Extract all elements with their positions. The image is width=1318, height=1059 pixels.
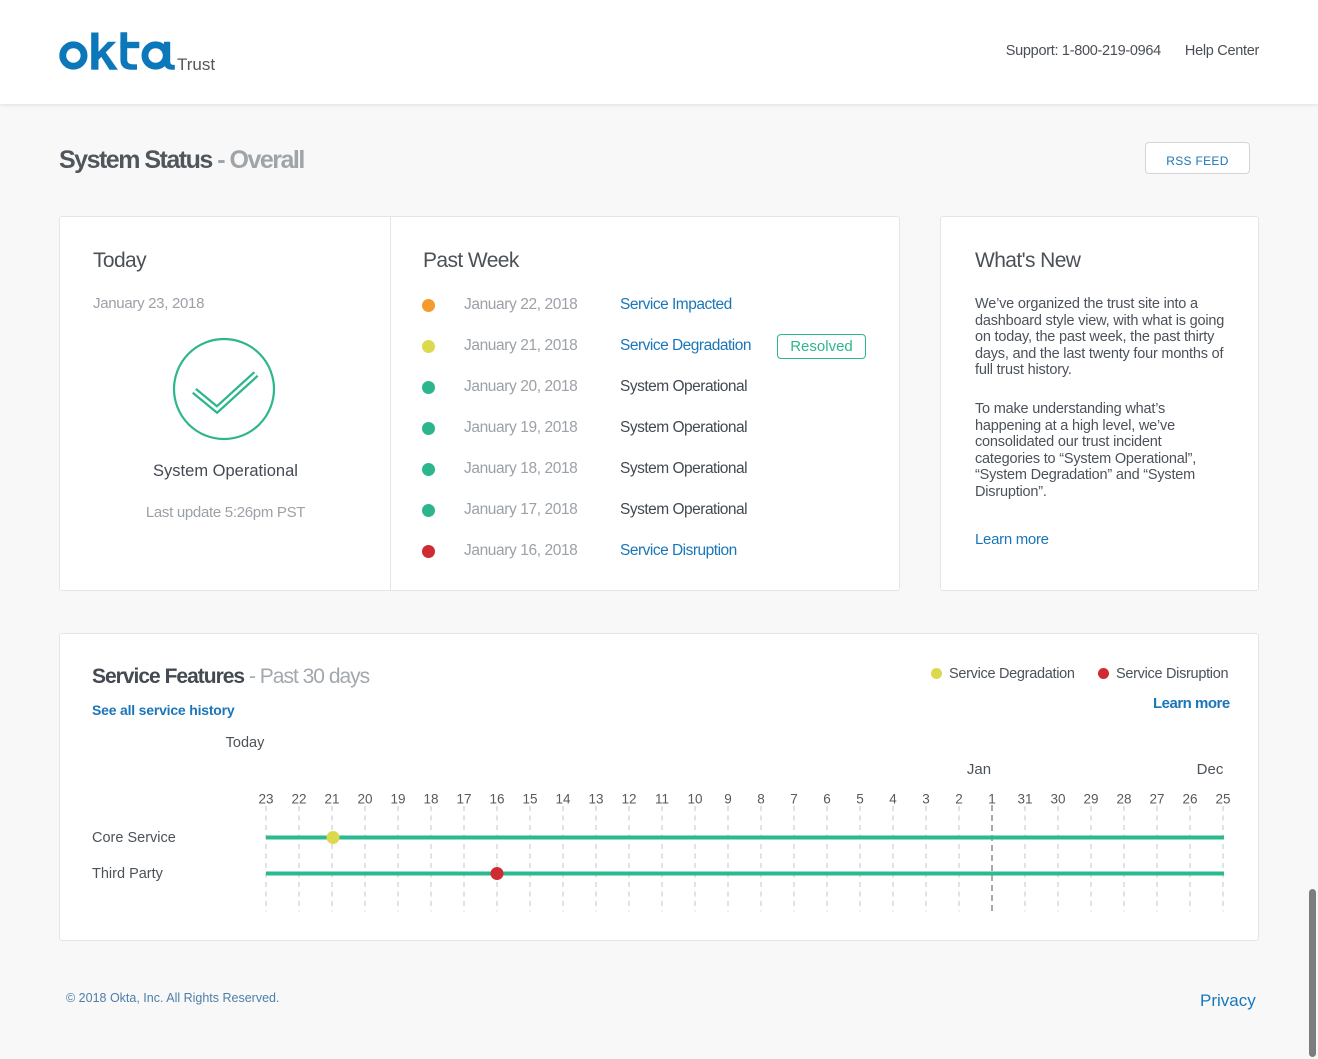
svg-text:30: 30 bbox=[1050, 792, 1065, 807]
svg-text:11: 11 bbox=[655, 792, 669, 807]
svg-text:9: 9 bbox=[724, 792, 732, 807]
svg-text:25: 25 bbox=[1215, 792, 1230, 807]
svg-text:Today: Today bbox=[226, 735, 265, 751]
svg-text:4: 4 bbox=[889, 792, 897, 807]
svg-text:12: 12 bbox=[621, 792, 636, 807]
svg-text:3: 3 bbox=[922, 792, 930, 807]
svg-text:14: 14 bbox=[555, 792, 571, 807]
svg-text:21: 21 bbox=[324, 792, 339, 807]
svg-text:17: 17 bbox=[456, 792, 471, 807]
svg-text:31: 31 bbox=[1017, 792, 1032, 807]
svg-text:Jan: Jan bbox=[967, 761, 991, 778]
svg-text:22: 22 bbox=[291, 792, 306, 807]
svg-text:29: 29 bbox=[1083, 792, 1098, 807]
svg-text:18: 18 bbox=[423, 792, 438, 807]
svg-text:Core Service: Core Service bbox=[92, 830, 176, 846]
svg-text:5: 5 bbox=[856, 792, 864, 807]
svg-text:13: 13 bbox=[588, 792, 603, 807]
svg-text:8: 8 bbox=[757, 792, 765, 807]
svg-text:6: 6 bbox=[823, 792, 831, 807]
svg-text:1: 1 bbox=[988, 792, 996, 807]
svg-text:23: 23 bbox=[258, 792, 273, 807]
svg-text:28: 28 bbox=[1116, 792, 1131, 807]
svg-text:26: 26 bbox=[1182, 792, 1197, 807]
svg-text:19: 19 bbox=[390, 792, 405, 807]
svg-text:15: 15 bbox=[522, 792, 537, 807]
svg-text:10: 10 bbox=[687, 792, 702, 807]
svg-text:27: 27 bbox=[1149, 792, 1164, 807]
svg-text:Dec: Dec bbox=[1197, 761, 1224, 778]
svg-text:16: 16 bbox=[489, 792, 504, 807]
svg-text:7: 7 bbox=[790, 792, 798, 807]
svg-text:Third Party: Third Party bbox=[92, 866, 164, 882]
svg-text:2: 2 bbox=[955, 792, 963, 807]
svg-text:20: 20 bbox=[357, 792, 372, 807]
